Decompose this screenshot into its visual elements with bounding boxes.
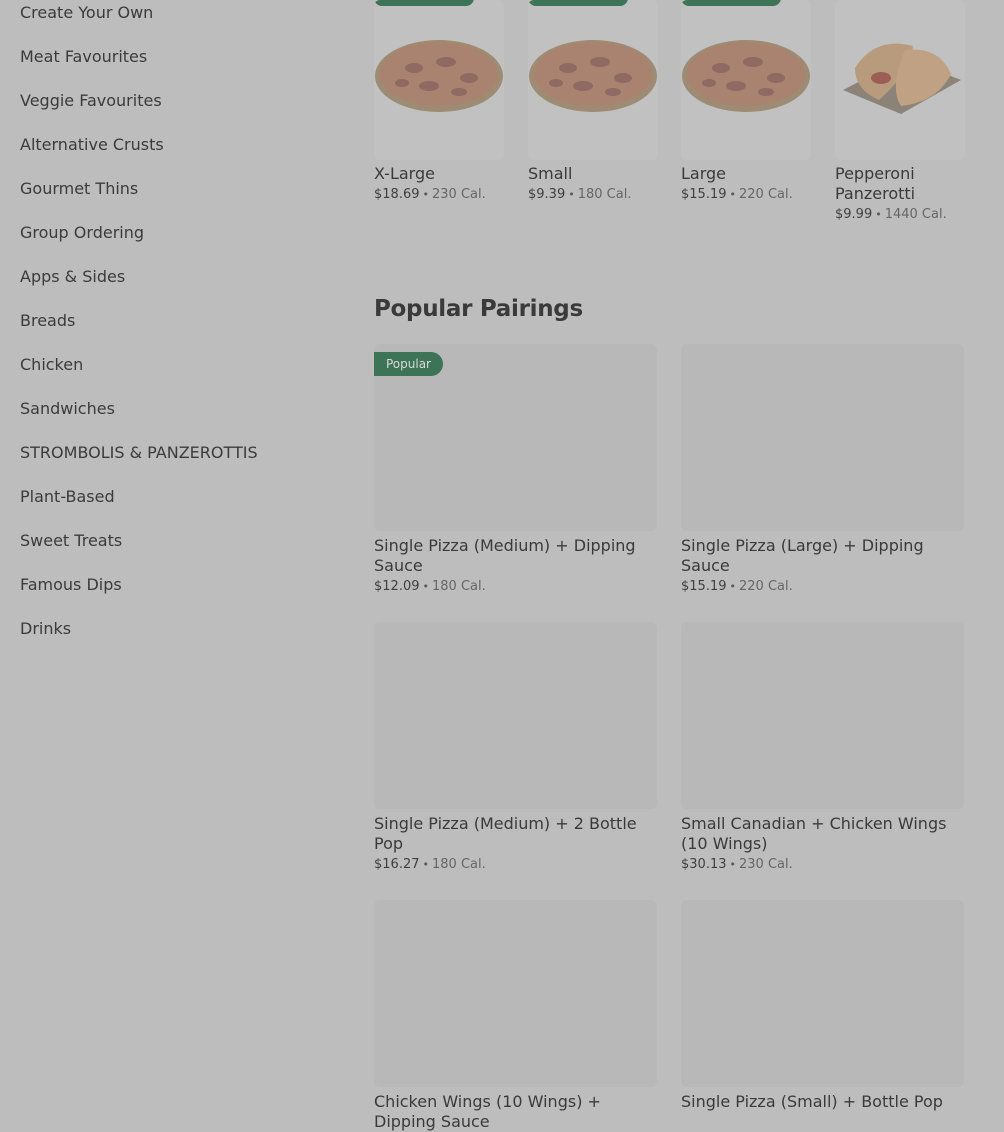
sidebar-item-sweet-treats[interactable]: Sweet Treats [20,531,122,551]
product-image [681,344,964,531]
sidebar-item-apps-sides[interactable]: Apps & Sides [20,267,125,287]
size-card-small[interactable]: Small $9.39 • 180 Cal. [528,0,658,203]
product-title: Single Pizza (Small) + Bottle Pop [681,1092,943,1111]
product-title: Chicken Wings (10 Wings) + Dipping Sauce [374,1092,601,1131]
separator-dot: • [422,580,430,593]
product-price: $15.19 [681,187,727,202]
size-card-large[interactable]: Large $15.19 • 220 Cal. [681,0,811,203]
section-heading-popular-pairings: Popular Pairings [374,296,583,322]
size-card-x-large[interactable]: X-Large $18.69 • 230 Cal. [374,0,504,203]
menu-content: X-Large $18.69 • 230 Cal. Small $9.39 • 180 … [374,0,974,1131]
product-title: Single Pizza (Medium) + Dipping Sauce [374,536,636,575]
product-price: $15.19 [681,579,727,594]
product-title: Single Pizza (Large) + Dipping Sauce [681,536,924,575]
product-price: $30.13 [681,857,727,872]
product-meta: $16.27 • 180 Cal. [374,857,657,873]
pairing-card[interactable]: Single Pizza (Medium) + 2 Bottle Pop $16… [374,622,657,873]
product-title: Single Pizza (Medium) + 2 Bottle Pop [374,814,637,853]
popular-badge: Popular [374,352,443,376]
product-calories: 180 Cal. [577,187,632,202]
sidebar-item-plant-based[interactable]: Plant-Based [20,487,115,507]
product-image [374,622,657,809]
product-calories: 220 Cal. [739,579,793,594]
product-badge [681,0,781,6]
product-title: Large [681,164,727,183]
product-title: Small [528,164,573,183]
sidebar-item-group-ordering[interactable]: Group Ordering [20,223,144,243]
product-calories: 180 Cal. [432,579,486,594]
product-image [528,0,658,160]
sidebar-item-create-your-own[interactable]: Create Your Own [20,3,153,23]
pairing-card[interactable]: Single Pizza (Large) + Dipping Sauce $15… [681,344,964,595]
product-calories: 230 Cal. [432,187,486,202]
product-price: $9.99 [835,207,873,222]
separator-dot: • [422,858,430,871]
pairing-card[interactable]: Chicken Wings (10 Wings) + Dipping Sauce [374,900,657,1132]
product-title: Pepperoni Panzerotti [835,164,916,203]
separator-dot: • [729,188,737,201]
product-meta: $12.09 • 180 Cal. [374,579,657,595]
product-calories: 180 Cal. [432,857,486,872]
pairing-card[interactable]: Small Canadian + Chicken Wings (10 Wings… [681,622,964,873]
sidebar-item-meat-favourites[interactable]: Meat Favourites [20,47,147,67]
product-meta: $30.13 • 230 Cal. [681,857,964,873]
pairing-card[interactable]: Popular Single Pizza (Medium) + Dipping … [374,344,657,595]
product-price: $9.39 [528,187,566,202]
product-image [374,900,657,1087]
product-image [835,0,965,160]
sidebar-item-drinks[interactable]: Drinks [20,619,71,639]
pizza-image [529,40,657,112]
product-title: X-Large [374,164,435,183]
product-price: $12.09 [374,579,420,594]
product-badge [374,0,474,6]
sidebar-item-famous-dips[interactable]: Famous Dips [20,575,122,595]
separator-dot: • [729,580,737,593]
product-price: $16.27 [374,857,420,872]
sidebar-item-breads[interactable]: Breads [20,311,75,331]
product-meta: $18.69 • 230 Cal. [374,187,504,203]
product-title: Small Canadian + Chicken Wings (10 Wings… [681,814,947,853]
sidebar-item-veggie-favourites[interactable]: Veggie Favourites [20,91,162,111]
size-card-pepperoni-panzerotti[interactable]: Pepperoni Panzerotti $9.99 • 1440 Cal. [835,0,965,223]
separator-dot: • [422,188,430,201]
pizza-image [375,40,503,112]
sidebar-item-chicken[interactable]: Chicken [20,355,83,375]
separator-dot: • [568,188,575,201]
product-calories: 220 Cal. [739,187,793,202]
product-meta: $15.19 • 220 Cal. [681,187,811,203]
product-image [681,622,964,809]
product-badge [528,0,628,6]
panzerotti-image [843,43,961,114]
pairing-card[interactable]: Single Pizza (Small) + Bottle Pop [681,900,964,1112]
product-meta: $9.39 • 180 Cal. [528,187,658,203]
sidebar-item-alternative-crusts[interactable]: Alternative Crusts [20,135,164,155]
product-calories: 230 Cal. [739,857,793,872]
product-meta: $15.19 • 220 Cal. [681,579,964,595]
separator-dot: • [875,208,882,221]
separator-dot: • [729,858,737,871]
sidebar-item-strombolis-panzerottis[interactable]: STROMBOLIS & PANZEROTTIS [20,443,258,463]
product-image [681,900,964,1087]
product-image [374,0,504,160]
product-image: Popular [374,344,657,531]
sidebar-item-gourmet-thins[interactable]: Gourmet Thins [20,179,138,199]
product-calories: 1440 Cal. [884,207,947,222]
product-image [681,0,811,160]
sidebar-item-sandwiches[interactable]: Sandwiches [20,399,115,419]
pizza-image [682,40,810,112]
product-meta: $9.99 • 1440 Cal. [835,207,965,223]
product-price: $18.69 [374,187,420,202]
